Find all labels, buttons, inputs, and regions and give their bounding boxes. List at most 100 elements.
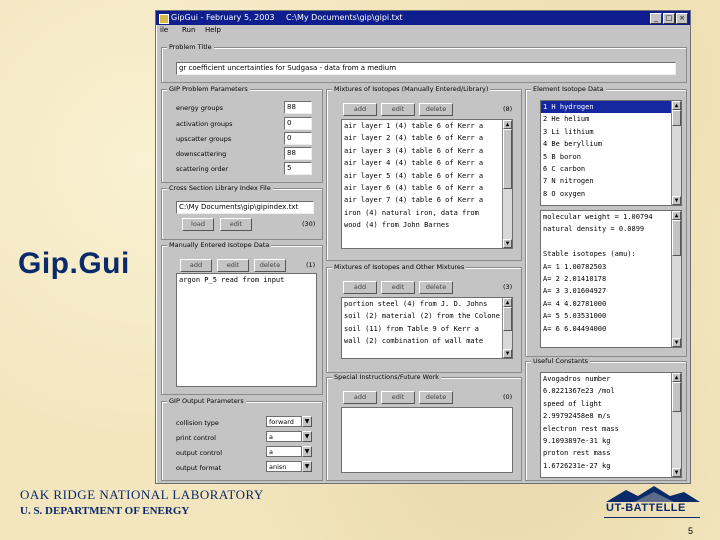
list-item[interactable]: soil (11) from Table 9 of Kerr a — [342, 323, 512, 335]
scroll-thumb[interactable] — [672, 382, 681, 412]
scroll-up-icon[interactable]: ▲ — [503, 298, 512, 307]
scroll-down-icon[interactable]: ▼ — [503, 349, 512, 358]
list-item[interactable]: air layer 5 (4) table 6 of Kerr a — [342, 170, 512, 182]
other-mixture-list[interactable]: portion steel (4) from J. D. Johns soil … — [341, 297, 513, 359]
list-item[interactable]: 6 C carbon — [541, 163, 681, 175]
activation-groups-field[interactable]: 0 — [284, 117, 312, 130]
list-item[interactable]: air layer 6 (4) table 6 of Kerr a — [342, 182, 512, 194]
upscatter-groups-field[interactable]: 0 — [284, 132, 312, 145]
print-control-select[interactable]: a ▼ — [266, 431, 312, 442]
close-button[interactable]: × — [676, 13, 688, 24]
mixture-delete-button[interactable]: delete — [419, 103, 453, 116]
mixtures-isotopes-group: Mixtures of Isotopes (Manually Entered/L… — [326, 85, 522, 261]
scroll-down-icon[interactable]: ▼ — [503, 239, 512, 248]
other-add-button[interactable]: add — [343, 281, 377, 294]
list-item[interactable]: air layer 4 (4) table 6 of Kerr a — [342, 157, 512, 169]
detail-line: A= 5 5.03531000 — [543, 312, 607, 321]
isotope-add-button[interactable]: add — [180, 259, 212, 272]
element-scrollbar[interactable]: ▲ ▼ — [671, 101, 681, 205]
special-add-button[interactable]: add — [343, 391, 377, 404]
scroll-thumb[interactable] — [503, 307, 512, 331]
scroll-up-icon[interactable]: ▲ — [672, 373, 681, 382]
mixture-add-button[interactable]: add — [343, 103, 377, 116]
isotope-edit-button[interactable]: edit — [217, 259, 249, 272]
scroll-down-icon[interactable]: ▼ — [672, 196, 681, 205]
scroll-up-icon[interactable]: ▲ — [672, 101, 681, 110]
gip-output-parameters-group: GIP Output Parameters collision type for… — [161, 397, 323, 481]
scroll-down-icon[interactable]: ▼ — [672, 468, 681, 477]
output-format-select[interactable]: anisn ▼ — [266, 461, 312, 472]
xs-library-file-field[interactable]: C:\My Documents\gip\gipindex.txt — [176, 201, 314, 214]
isotope-delete-button[interactable]: delete — [254, 259, 286, 272]
scroll-down-icon[interactable]: ▼ — [672, 338, 681, 347]
list-item[interactable]: 4 Be beryllium — [541, 138, 681, 150]
minimize-button[interactable]: _ — [650, 13, 662, 24]
mixtures-isotopes-legend: Mixtures of Isotopes (Manually Entered/L… — [332, 85, 491, 93]
window-titlebar[interactable]: GipGui - February 5, 2003 C:\My Document… — [156, 11, 690, 25]
list-item[interactable]: portion steel (4) from J. D. Johns — [342, 298, 512, 310]
menu-run[interactable]: Run — [182, 26, 195, 34]
collision-type-select[interactable]: forward ▼ — [266, 416, 312, 427]
scroll-thumb[interactable] — [672, 110, 681, 126]
scroll-thumb[interactable] — [672, 220, 681, 256]
menu-help[interactable]: Help — [205, 26, 221, 34]
manual-isotope-legend: Manually Entered Isotope Data — [167, 241, 272, 249]
scattering-order-field[interactable]: 5 — [284, 162, 312, 175]
details-scrollbar[interactable]: ▲ ▼ — [671, 211, 681, 347]
list-item[interactable]: air layer 1 (4) table 6 of Kerr a — [342, 120, 512, 132]
scroll-thumb[interactable] — [503, 129, 512, 189]
list-item[interactable]: 5 B boron — [541, 151, 681, 163]
mixture-scrollbar[interactable]: ▲ ▼ — [502, 120, 512, 248]
other-delete-button[interactable]: delete — [419, 281, 453, 294]
scroll-up-icon[interactable]: ▲ — [503, 120, 512, 129]
constants-list[interactable]: Avogadros number 6.0221367e23 /mol speed… — [540, 372, 682, 478]
xs-load-button[interactable]: load — [182, 218, 214, 231]
maximize-button[interactable]: □ — [663, 13, 675, 24]
output-control-select[interactable]: a ▼ — [266, 446, 312, 457]
gip-output-parameters-legend: GIP Output Parameters — [167, 397, 246, 405]
mixture-edit-button[interactable]: edit — [381, 103, 415, 116]
isotope-list[interactable]: argon P_5 read from input — [176, 273, 317, 387]
special-list[interactable] — [341, 407, 513, 473]
chevron-down-icon[interactable]: ▼ — [302, 431, 312, 442]
special-edit-button[interactable]: edit — [381, 391, 415, 404]
downscattering-label: downscattering — [176, 150, 227, 158]
other-edit-button[interactable]: edit — [381, 281, 415, 294]
xs-library-legend: Cross Section Library Index File — [167, 184, 273, 192]
menu-file[interactable]: ile — [160, 26, 168, 34]
scroll-up-icon[interactable]: ▲ — [672, 211, 681, 220]
list-item[interactable]: iron (4) natural iron, data from — [342, 207, 512, 219]
list-item[interactable]: argon P_5 read from input — [177, 274, 316, 286]
mixture-count: (8) — [503, 105, 513, 113]
chevron-down-icon[interactable]: ▼ — [302, 416, 312, 427]
downscattering-field[interactable]: 88 — [284, 147, 312, 160]
chevron-down-icon[interactable]: ▼ — [302, 461, 312, 472]
upscatter-groups-label: upscatter groups — [176, 135, 232, 143]
element-list[interactable]: 1 H hydrogen 2 He helium 3 Li lithium 4 … — [540, 100, 682, 206]
xs-edit-button[interactable]: edit — [220, 218, 252, 231]
list-item[interactable]: wall (2) combination of wall mate — [342, 335, 512, 347]
list-item[interactable]: air layer 7 (4) table 6 of Kerr a — [342, 194, 512, 206]
list-item[interactable]: 1 H hydrogen — [541, 101, 681, 114]
list-item[interactable]: 7 N nitrogen — [541, 175, 681, 187]
list-item[interactable]: air layer 2 (4) table 6 of Kerr a — [342, 132, 512, 144]
menubar: ile Run Help — [156, 25, 690, 37]
list-item[interactable]: soil (2) material (2) from the Colone — [342, 310, 512, 322]
ut-battelle-logo: UT-BATTELLE — [606, 502, 686, 514]
special-delete-button[interactable]: delete — [419, 391, 453, 404]
list-item[interactable]: 2 He helium — [541, 113, 681, 125]
list-item[interactable]: 3 Li lithium — [541, 126, 681, 138]
chevron-down-icon[interactable]: ▼ — [302, 446, 312, 457]
constants-scrollbar[interactable]: ▲ ▼ — [671, 373, 681, 477]
energy-groups-field[interactable]: 88 — [284, 101, 312, 114]
app-icon[interactable] — [159, 14, 169, 24]
list-item[interactable]: 8 O oxygen — [541, 188, 681, 200]
collision-type-value: forward — [266, 416, 302, 427]
problem-title-field[interactable]: gr coefficient uncertainties for Sudgasa… — [176, 62, 676, 75]
other-scrollbar[interactable]: ▲ ▼ — [502, 298, 512, 358]
detail-line: A= 3 3.01604927 — [543, 287, 607, 296]
list-item[interactable]: wood (4) from John Barnes — [342, 219, 512, 231]
mixture-list[interactable]: air layer 1 (4) table 6 of Kerr a air la… — [341, 119, 513, 249]
element-details[interactable]: molecular weight = 1.00794 natural densi… — [540, 210, 682, 348]
list-item[interactable]: air layer 3 (4) table 6 of Kerr a — [342, 145, 512, 157]
